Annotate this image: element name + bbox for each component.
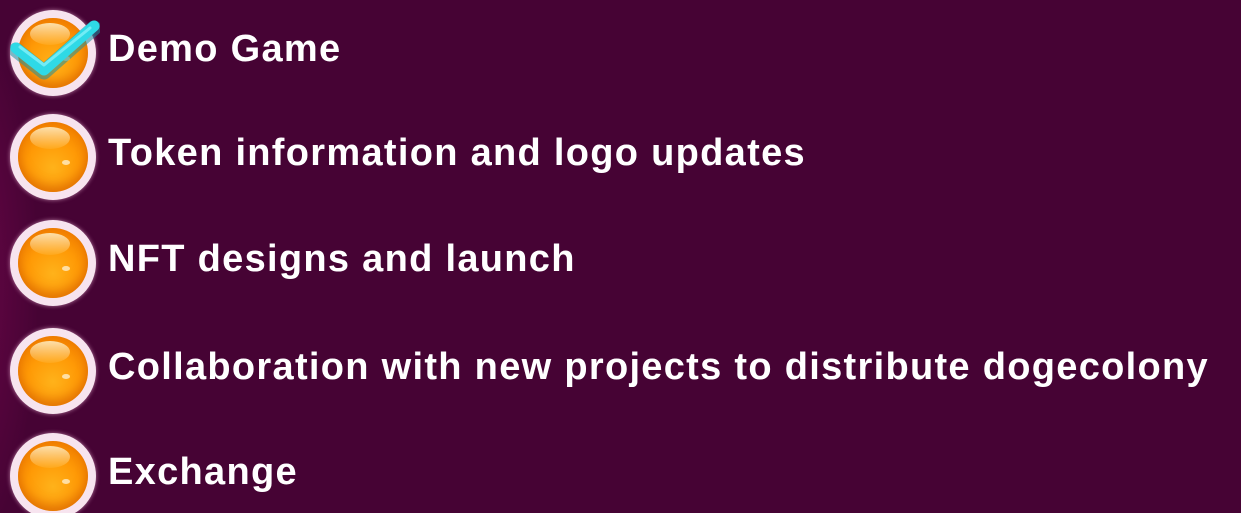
- checkmark-icon: [10, 20, 100, 80]
- roadmap-item-nft-designs: NFT designs and launch: [10, 219, 576, 307]
- roadmap-item-label: Token information and logo updates: [108, 132, 806, 174]
- orange-orb-icon: [10, 114, 96, 200]
- roadmap-list: Demo Game Token information and logo upd…: [0, 0, 1241, 513]
- roadmap-item-demo-game: Demo Game: [10, 9, 341, 97]
- orange-orb-icon: [10, 220, 96, 306]
- roadmap-item-label: Collaboration with new projects to distr…: [108, 346, 1209, 388]
- roadmap-item-label: Exchange: [108, 451, 298, 493]
- orange-orb-icon: [10, 10, 100, 96]
- roadmap-item-collaboration: Collaboration with new projects to distr…: [10, 327, 1209, 415]
- roadmap-item-exchange: Exchange: [10, 432, 298, 513]
- orange-orb-icon: [10, 328, 96, 414]
- roadmap-item-token-information: Token information and logo updates: [10, 113, 806, 201]
- roadmap-item-label: NFT designs and launch: [108, 238, 576, 280]
- orange-orb-icon: [10, 433, 96, 513]
- roadmap-item-label: Demo Game: [108, 28, 342, 70]
